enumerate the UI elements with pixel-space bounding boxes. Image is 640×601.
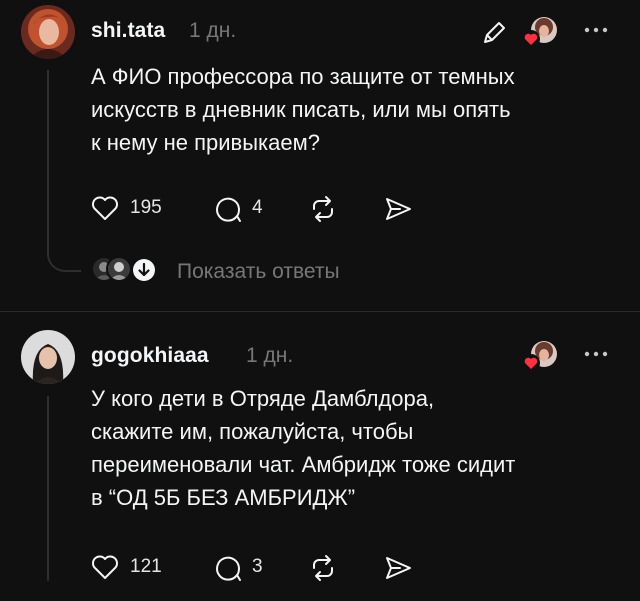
like-count: 121	[130, 556, 162, 577]
user-avatar[interactable]	[21, 5, 75, 59]
comment-count: 3	[252, 556, 263, 577]
username[interactable]: gogokhiaaa	[91, 344, 209, 368]
show-replies-link[interactable]: Показать ответы	[177, 260, 340, 284]
thread-line	[47, 396, 49, 581]
comment-count: 4	[252, 197, 263, 218]
more-icon[interactable]	[583, 350, 609, 358]
send-icon[interactable]	[383, 554, 413, 582]
reply-avatar-image	[108, 258, 130, 280]
post-text-line: У кого дети в Отряде Дамблдора,	[91, 386, 435, 411]
post-text-line: к нему не привыкаем?	[91, 130, 320, 155]
post-text: А ФИО профессора по защите от темных иск…	[91, 60, 515, 159]
thread-hook	[47, 246, 81, 272]
thread-post: gogokhiaaa 1 дн. У кого дети в Отряде Да…	[0, 312, 640, 601]
pencil-icon[interactable]	[479, 18, 509, 48]
avatar-image	[21, 5, 75, 59]
send-icon[interactable]	[383, 195, 413, 223]
post-text-line: искусств в дневник писать, или мы опять	[91, 97, 511, 122]
post-text: У кого дети в Отряде Дамблдора, скажите …	[91, 382, 515, 514]
username[interactable]: shi.tata	[91, 19, 165, 43]
thread-post: shi.tata 1 дн. А ФИО профессора по защит…	[0, 0, 640, 311]
timestamp: 1 дн.	[189, 19, 237, 42]
heart-icon[interactable]	[90, 194, 120, 222]
author-liked-badge	[522, 16, 558, 50]
liked-avatar-icon	[522, 341, 557, 372]
comment-icon[interactable]	[213, 553, 243, 583]
arrow-down-circle-icon[interactable]	[132, 258, 156, 282]
heart-icon[interactable]	[90, 553, 120, 581]
author-liked-badge	[522, 340, 558, 374]
repost-icon[interactable]	[308, 195, 338, 223]
avatar-image	[21, 330, 75, 384]
repost-icon[interactable]	[308, 554, 338, 582]
like-count: 195	[130, 197, 162, 218]
reply-avatar	[106, 256, 132, 282]
post-text-line: в “ОД 5Б БЕЗ АМБРИДЖ”	[91, 485, 356, 510]
comment-icon[interactable]	[213, 194, 243, 224]
post-text-line: переименовали чат. Амбридж тоже сидит	[91, 452, 516, 477]
timestamp: 1 дн.	[246, 344, 294, 367]
liked-avatar-icon	[522, 17, 557, 48]
post-text-line: скажите им, пожалуйста, чтобы	[91, 419, 414, 444]
thread-line	[47, 70, 49, 256]
more-icon[interactable]	[583, 26, 609, 34]
post-text-line: А ФИО профессора по защите от темных	[91, 64, 515, 89]
user-avatar[interactable]	[21, 330, 75, 384]
